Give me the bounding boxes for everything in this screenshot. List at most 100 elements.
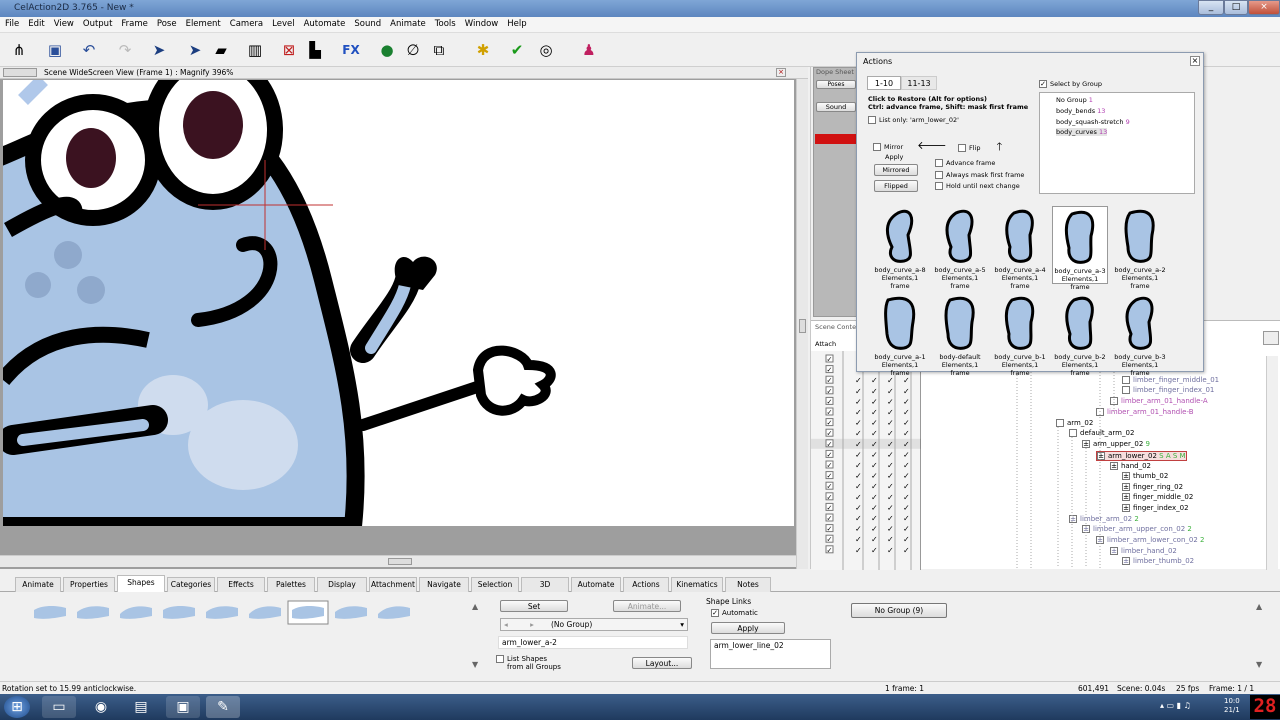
save-icon[interactable]: ▣: [44, 39, 66, 61]
tab-11-13[interactable]: 11-13: [901, 76, 937, 90]
group-list[interactable]: No Group 1 body_bends 13 body_squash-str…: [1039, 92, 1195, 194]
scroll-thumb[interactable]: [388, 558, 412, 565]
menu-edit[interactable]: Edit: [23, 17, 48, 29]
view-mode-icon[interactable]: [3, 68, 37, 77]
flip-checkbox[interactable]: [958, 144, 966, 152]
bars-icon[interactable]: ▙: [304, 39, 326, 61]
horizontal-scrollbar[interactable]: [0, 555, 796, 567]
tab-automate[interactable]: Automate: [571, 577, 621, 592]
menu-animate[interactable]: Animate: [385, 17, 430, 29]
panel-scroll-up-icon[interactable]: ▲: [1256, 602, 1262, 611]
shape-thumbnails[interactable]: [28, 600, 423, 626]
apply-links-button[interactable]: Apply: [711, 622, 785, 634]
mirror-row[interactable]: Mirror 🡐: [873, 138, 947, 152]
tab-selection[interactable]: Selection: [471, 577, 519, 592]
computer-icon[interactable]: ▤: [124, 696, 158, 718]
action-thumbnail[interactable]: body_curve_b-1 Elements,1 frame: [992, 293, 1048, 377]
visibility-checkboxes[interactable]: ✓ ✓ ✓ ✓ ✓ ✓ ✓ ✓ ✓ ✓ ✓ ✓ ✓ ✓ ✓ ✓ ✓ ✓ ✓ ✓ ✓ ✓ ✓ ✓ ✓ ✓ ✓ ✓ ✓ ✓ ✓ ✓ ✓ ✓ ✓ ✓ ✓ ✓ ✓ ✓…: [811, 351, 921, 570]
shape-scroll-down-icon[interactable]: ▼: [472, 660, 478, 669]
hold-until-checkbox[interactable]: [935, 182, 943, 190]
panel-scroll-down-icon[interactable]: ▼: [1256, 660, 1262, 669]
menu-sound[interactable]: Sound: [349, 17, 385, 29]
tab-navigate[interactable]: Navigate: [419, 577, 469, 592]
tab-categories[interactable]: Categories: [167, 577, 215, 592]
poses-button[interactable]: Poses: [816, 80, 856, 89]
list-only-checkbox[interactable]: [868, 116, 876, 124]
skeleton-icon[interactable]: ⋔: [8, 39, 30, 61]
menu-tools[interactable]: Tools: [430, 17, 460, 29]
dropdown-arrow-icon[interactable]: ▾: [680, 620, 684, 629]
tab-effects[interactable]: Effects: [217, 577, 265, 592]
select-by-group-checkbox[interactable]: ✓: [1039, 80, 1047, 88]
redo-icon[interactable]: ↷: [114, 39, 136, 61]
menu-automate[interactable]: Automate: [299, 17, 350, 29]
tab-palettes[interactable]: Palettes: [267, 577, 315, 592]
menu-pose[interactable]: Pose: [152, 17, 181, 29]
list-only-row[interactable]: List only: 'arm_lower_02': [868, 116, 959, 124]
timer-icon[interactable]: ◎: [535, 39, 557, 61]
shape-scroll-up-icon[interactable]: ▲: [472, 602, 478, 611]
list-shapes-checkbox[interactable]: [496, 655, 504, 663]
chrome-icon[interactable]: ◉: [84, 696, 118, 718]
scroll-thumb[interactable]: [799, 319, 806, 333]
action-thumbnail[interactable]: body_curve_a-5 Elements,1 frame: [932, 206, 988, 290]
close-button[interactable]: ×: [1248, 0, 1280, 15]
advance-frame-row[interactable]: Advance frame: [935, 159, 995, 167]
prev-icon[interactable]: ◂: [504, 620, 508, 629]
sound-button[interactable]: Sound: [816, 102, 856, 112]
explorer-icon[interactable]: ▭: [42, 696, 76, 718]
always-mask-row[interactable]: Always mask first frame: [935, 171, 1024, 179]
select-arrow-icon[interactable]: ➤: [148, 39, 170, 61]
select-by-group-row[interactable]: ✓ Select by Group: [1039, 80, 1102, 88]
grid-cross-icon[interactable]: ⊠: [278, 39, 300, 61]
check-icon[interactable]: ✔: [506, 39, 528, 61]
group-item[interactable]: No Group 1: [1056, 96, 1093, 104]
flipped-button[interactable]: Flipped: [874, 180, 918, 192]
shape-name-field[interactable]: arm_lower_a-2: [498, 636, 688, 649]
fx-icon[interactable]: FX: [340, 39, 362, 61]
set-button[interactable]: Set: [500, 600, 568, 612]
character-icon[interactable]: ♟: [578, 39, 600, 61]
clock[interactable]: 10:0 21/1: [1224, 697, 1240, 715]
action-thumbnail[interactable]: body-default Elements,1 frame: [932, 293, 988, 377]
hold-until-row[interactable]: Hold until next change: [935, 182, 1020, 190]
tab-animate[interactable]: Animate: [15, 577, 61, 592]
scene-scrollbar[interactable]: [1266, 356, 1278, 570]
always-mask-checkbox[interactable]: [935, 171, 943, 179]
tab-kinematics[interactable]: Kinematics: [671, 577, 723, 592]
tab-3d[interactable]: 3D: [521, 577, 569, 592]
menu-file[interactable]: File: [0, 17, 23, 29]
clapper-icon[interactable]: ▰: [210, 39, 232, 61]
menu-camera[interactable]: Camera: [225, 17, 267, 29]
no-group-button[interactable]: No Group (9): [851, 603, 947, 618]
menu-window[interactable]: Window: [460, 17, 503, 29]
action-thumbnail[interactable]: body_curve_a-8 Elements,1 frame: [872, 206, 928, 290]
tab-attachment[interactable]: Attachment: [369, 577, 417, 592]
globe-icon[interactable]: ●: [376, 39, 398, 61]
automatic-row[interactable]: ✓ Automatic: [711, 609, 758, 617]
viewport-close-icon[interactable]: ×: [776, 68, 786, 77]
action-thumbnail[interactable]: body_curve_a-2 Elements,1 frame: [1112, 206, 1168, 290]
group-item[interactable]: body_curves 13: [1056, 128, 1108, 136]
select-all-icon[interactable]: ➤: [184, 39, 206, 61]
nvidia-icon[interactable]: ▣: [166, 696, 200, 718]
shape-links-field[interactable]: arm_lower_line_02: [710, 639, 831, 669]
action-thumbnail[interactable]: body_curve_a-1 Elements,1 frame: [872, 293, 928, 377]
action-thumbnail[interactable]: body_curve_a-3 Elements,1 frame: [1052, 206, 1108, 291]
group-item[interactable]: body_squash-stretch 9: [1056, 118, 1130, 126]
tab-shapes[interactable]: Shapes: [117, 575, 165, 592]
group-select[interactable]: ◂ ▸ (No Group) ▾: [500, 618, 688, 631]
automatic-checkbox[interactable]: ✓: [711, 609, 719, 617]
layout-button[interactable]: Layout...: [632, 657, 692, 669]
minimize-button[interactable]: _: [1198, 0, 1224, 15]
next-icon[interactable]: ▸: [530, 620, 534, 629]
vertical-scrollbar[interactable]: [796, 79, 808, 569]
list-shapes-row[interactable]: List Shapes from all Groups: [496, 655, 561, 671]
animate-button[interactable]: Animate...: [613, 600, 681, 612]
menu-help[interactable]: Help: [502, 17, 530, 29]
menu-element[interactable]: Element: [181, 17, 225, 29]
layers-icon[interactable]: ⧉: [428, 39, 450, 61]
scene-options-icon[interactable]: [1263, 331, 1279, 345]
undo-icon[interactable]: ↶: [78, 39, 100, 61]
menu-frame[interactable]: Frame: [116, 17, 151, 29]
